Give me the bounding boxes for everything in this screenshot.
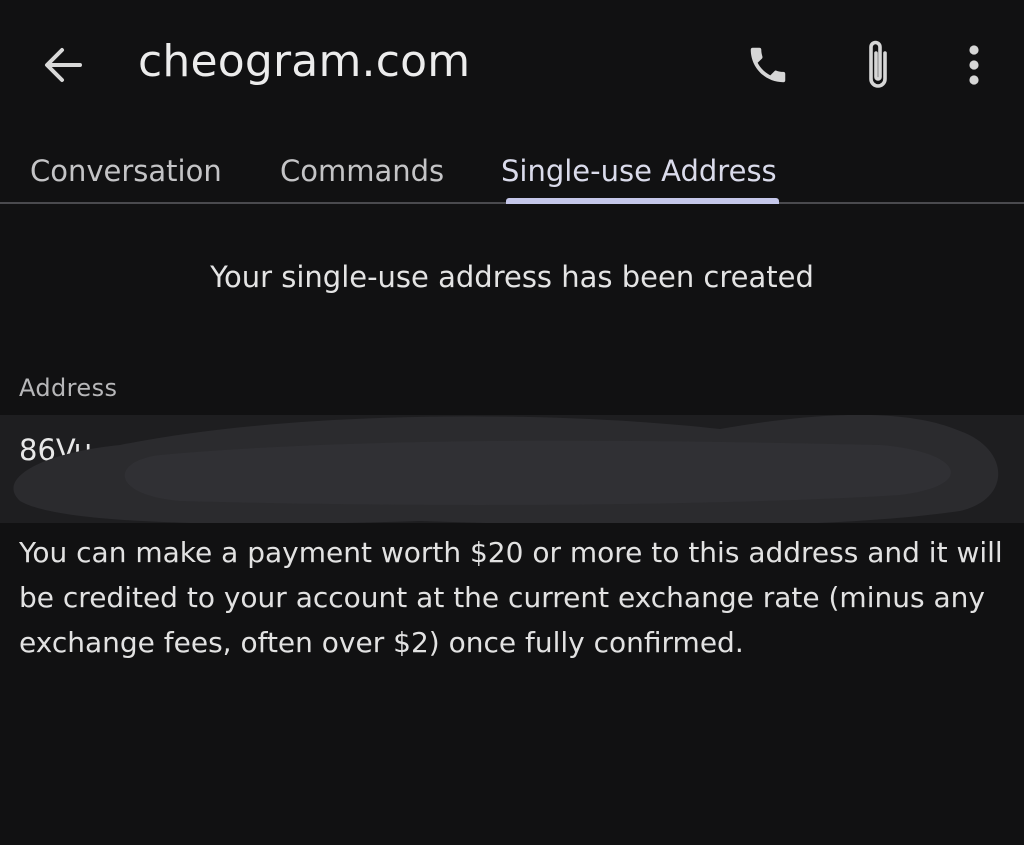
arrow-left-icon [45, 48, 82, 82]
tab-bar: Conversation Commands Single-use Address [0, 134, 1024, 204]
back-button[interactable] [34, 40, 90, 90]
phone-icon [750, 47, 786, 83]
paperclip-icon [869, 40, 887, 88]
address-field[interactable]: 86Vu [0, 415, 1024, 523]
payment-note: You can make a payment worth $20 or more… [19, 536, 1003, 659]
created-message: Your single-use address has been created [210, 260, 814, 294]
address-label: Address [19, 374, 118, 402]
redaction-scribble [13, 415, 999, 523]
tab-single-use-address[interactable]: Single-use Address [501, 154, 777, 188]
top-app-bar: cheogram.com [0, 0, 1024, 130]
tab-commands[interactable]: Commands [280, 154, 444, 188]
page-title: cheogram.com [138, 36, 471, 87]
call-button[interactable] [740, 38, 796, 92]
selected-tab-indicator [506, 198, 779, 204]
attach-button[interactable] [850, 38, 906, 92]
more-options-button[interactable] [952, 38, 996, 92]
app-screen: cheogram.com Conversation Commands Singl… [0, 0, 1024, 845]
tab-conversation[interactable]: Conversation [30, 154, 222, 188]
more-vertical-icon [969, 45, 979, 85]
